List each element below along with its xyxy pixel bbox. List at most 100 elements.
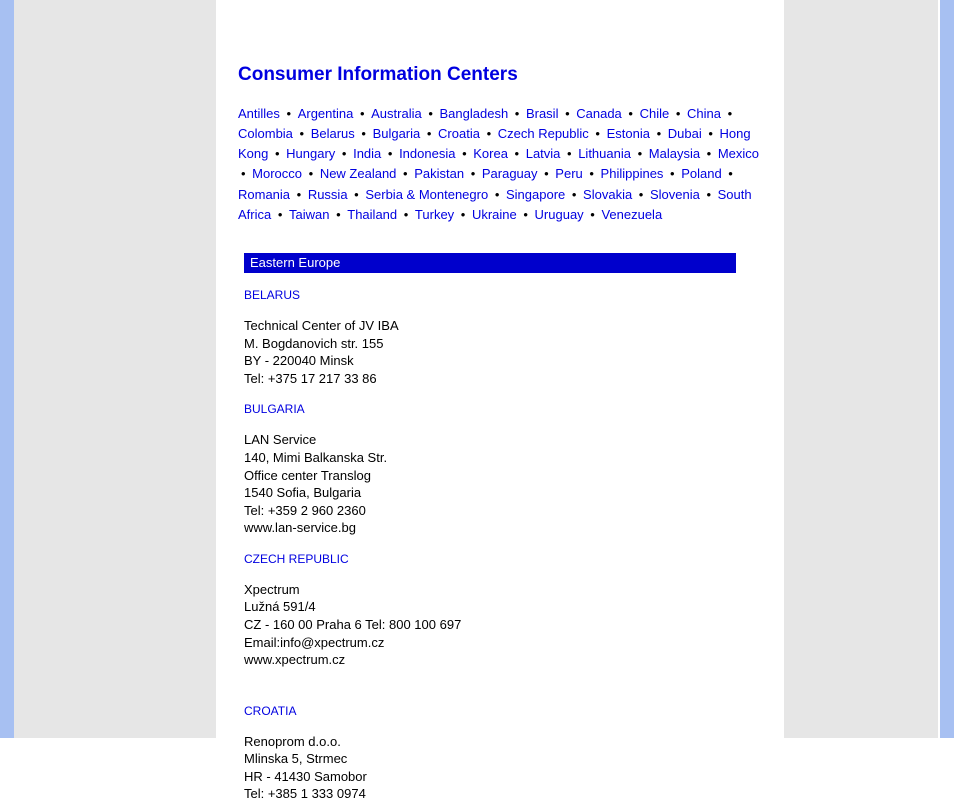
bullet-separator: • [622,106,640,121]
bullet-separator: • [650,126,668,141]
bullet-separator: • [669,106,687,121]
country-link[interactable]: Singapore [506,187,565,202]
country-link[interactable]: Uruguay [535,207,584,222]
bullet-separator: • [663,166,681,181]
country-link[interactable]: Slovakia [583,187,632,202]
country-link[interactable]: Colombia [238,126,293,141]
center-entry: BULGARIA LAN Service140, Mimi Balkanska S… [244,401,760,536]
country-link[interactable]: Thailand [347,207,397,222]
center-entry: CZECH REPUBLIC XpectrumLužná 591/4CZ - 16… [244,551,760,669]
entry-line: HR - 41430 Samobor [244,768,760,786]
entry-body: LAN Service140, Mimi Balkanska Str.Offic… [244,431,760,536]
country-link[interactable]: India [353,146,381,161]
page-title: Consumer Information Centers [238,64,760,86]
bullet-separator: • [722,166,736,181]
bullet-separator: • [538,166,556,181]
entry-country: BULGARIA [244,401,760,417]
right-gray-panel [784,0,938,738]
bullet-separator: • [560,146,578,161]
country-link[interactable]: China [687,106,721,121]
country-link[interactable]: Malaysia [649,146,700,161]
bullet-separator: • [583,166,601,181]
country-link[interactable]: Czech Republic [498,126,589,141]
bullet-separator: • [293,126,311,141]
country-link[interactable]: Serbia & Montenegro [365,187,488,202]
country-link[interactable]: Russia [308,187,348,202]
country-link[interactable]: Latvia [526,146,561,161]
entry-line: www.lan-service.bg [244,519,760,537]
country-link[interactable]: Chile [640,106,670,121]
entry-line: Tel: +375 17 217 33 86 [244,370,760,388]
country-link[interactable]: Romania [238,187,290,202]
country-link[interactable]: Ukraine [472,207,517,222]
country-link[interactable]: Indonesia [399,146,455,161]
left-strip [0,0,14,738]
country-link[interactable]: Canada [576,106,622,121]
country-link[interactable]: Morocco [252,166,302,181]
bullet-separator: • [464,166,482,181]
country-link[interactable]: Poland [681,166,721,181]
country-link[interactable]: Paraguay [482,166,538,181]
bullet-separator: • [268,146,286,161]
country-link[interactable]: Turkey [415,207,454,222]
bullet-separator: • [348,187,366,202]
country-link[interactable]: Taiwan [289,207,329,222]
country-link[interactable]: Peru [555,166,582,181]
entry-line: Lužná 591/4 [244,598,760,616]
bullet-separator: • [422,106,440,121]
bullet-separator: • [290,187,308,202]
bullet-separator: • [381,146,399,161]
bullet-separator: • [353,106,371,121]
country-link[interactable]: New Zealand [320,166,397,181]
page-frame: Consumer Information Centers Antilles • … [0,0,954,738]
country-link[interactable]: Korea [473,146,508,161]
entry-country: CZECH REPUBLIC [244,551,760,567]
entry-line: CZ - 160 00 Praha 6 Tel: 800 100 697 [244,616,760,634]
entry-line: Tel: +385 1 333 0974 [244,785,760,803]
country-link[interactable]: Lithuania [578,146,631,161]
entry-line: Email:info@xpectrum.cz [244,634,760,652]
entry-line: 1540 Sofia, Bulgaria [244,484,760,502]
bullet-separator: • [584,207,602,222]
country-link[interactable]: Mexico [718,146,759,161]
bullet-separator: • [517,207,535,222]
bullet-separator: • [454,207,472,222]
entry-body: XpectrumLužná 591/4CZ - 160 00 Praha 6 T… [244,581,760,669]
country-link[interactable]: Bangladesh [440,106,509,121]
entry-country: CROATIA [244,703,760,719]
bullet-separator: • [396,166,414,181]
bullet-separator: • [508,146,526,161]
country-link[interactable]: Belarus [311,126,355,141]
entry-line: Xpectrum [244,581,760,599]
entry-line: Renoprom d.o.o. [244,733,760,751]
country-link[interactable]: Hungary [286,146,335,161]
country-link[interactable]: Estonia [607,126,650,141]
country-link[interactable]: Pakistan [414,166,464,181]
center-entry: CROATIA Renoprom d.o.o.Mlinska 5, StrmecH… [244,703,760,803]
entry-line: www.xpectrum.cz [244,651,760,669]
bullet-separator: • [631,146,649,161]
country-link[interactable]: Philippines [601,166,664,181]
bullet-separator: • [302,166,320,181]
entries-container: BELARUSTechnical Center of JV IBAM. Bogd… [238,287,760,803]
country-link[interactable]: Argentina [298,106,354,121]
country-link-list: Antilles • Argentina • Australia • Bangl… [238,104,760,225]
country-link[interactable]: Bulgaria [373,126,421,141]
bullet-separator: • [632,187,650,202]
country-link[interactable]: Antilles [238,106,280,121]
bullet-separator: • [329,207,347,222]
entry-line: M. Bogdanovich str. 155 [244,335,760,353]
country-link[interactable]: Brasil [526,106,559,121]
main-content: Consumer Information Centers Antilles • … [216,0,784,738]
center-entry: BELARUSTechnical Center of JV IBAM. Bogd… [244,287,760,387]
country-link[interactable]: Dubai [668,126,702,141]
country-link[interactable]: Slovenia [650,187,700,202]
entry-line: Technical Center of JV IBA [244,317,760,335]
country-link[interactable]: Croatia [438,126,480,141]
country-link[interactable]: Venezuela [601,207,662,222]
country-link[interactable]: Australia [371,106,422,121]
entry-line: 140, Mimi Balkanska Str. [244,449,760,467]
entry-body: Renoprom d.o.o.Mlinska 5, StrmecHR - 414… [244,733,760,803]
bullet-separator: • [702,126,720,141]
bullet-separator: • [335,146,353,161]
